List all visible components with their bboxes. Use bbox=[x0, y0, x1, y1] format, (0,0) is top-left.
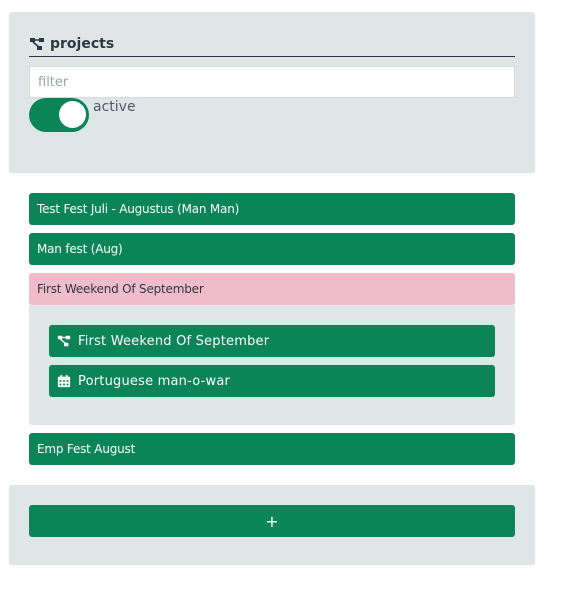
project-item-label: Test Fest Juli - Augustus (Man Man) bbox=[37, 202, 240, 216]
active-toggle[interactable] bbox=[29, 98, 89, 132]
event-item[interactable]: Portuguese man-o-war bbox=[49, 365, 495, 397]
sub-project-item-label: First Weekend Of September bbox=[78, 333, 270, 349]
toggle-knob bbox=[59, 101, 86, 128]
project-item[interactable]: Man fest (Aug) bbox=[29, 233, 515, 265]
project-details-panel: First Weekend Of September Portuguese ma… bbox=[29, 305, 515, 425]
projects-header-panel: projects active bbox=[9, 12, 535, 173]
panel-title: projects bbox=[29, 32, 515, 57]
project-item-selected[interactable]: First Weekend Of September bbox=[29, 273, 515, 305]
active-toggle-label: active bbox=[93, 99, 136, 115]
project-tree-icon bbox=[57, 335, 71, 347]
panel-title-text: projects bbox=[50, 36, 115, 52]
sub-project-item[interactable]: First Weekend Of September bbox=[49, 325, 495, 357]
project-item-label: Man fest (Aug) bbox=[37, 242, 123, 256]
project-tree-icon bbox=[30, 38, 44, 50]
project-item-label: First Weekend Of September bbox=[37, 282, 204, 296]
projects-widget: projects active Test Fest Juli - Augustu… bbox=[0, 0, 568, 590]
add-project-button[interactable]: + bbox=[29, 505, 515, 537]
project-item[interactable]: Emp Fest August bbox=[29, 433, 515, 465]
filter-input[interactable] bbox=[29, 66, 515, 98]
project-item[interactable]: Test Fest Juli - Augustus (Man Man) bbox=[29, 193, 515, 225]
project-item-label: Emp Fest August bbox=[37, 442, 136, 456]
add-project-panel: + bbox=[9, 485, 535, 565]
event-item-label: Portuguese man-o-war bbox=[78, 373, 231, 389]
calendar-icon bbox=[57, 374, 71, 388]
